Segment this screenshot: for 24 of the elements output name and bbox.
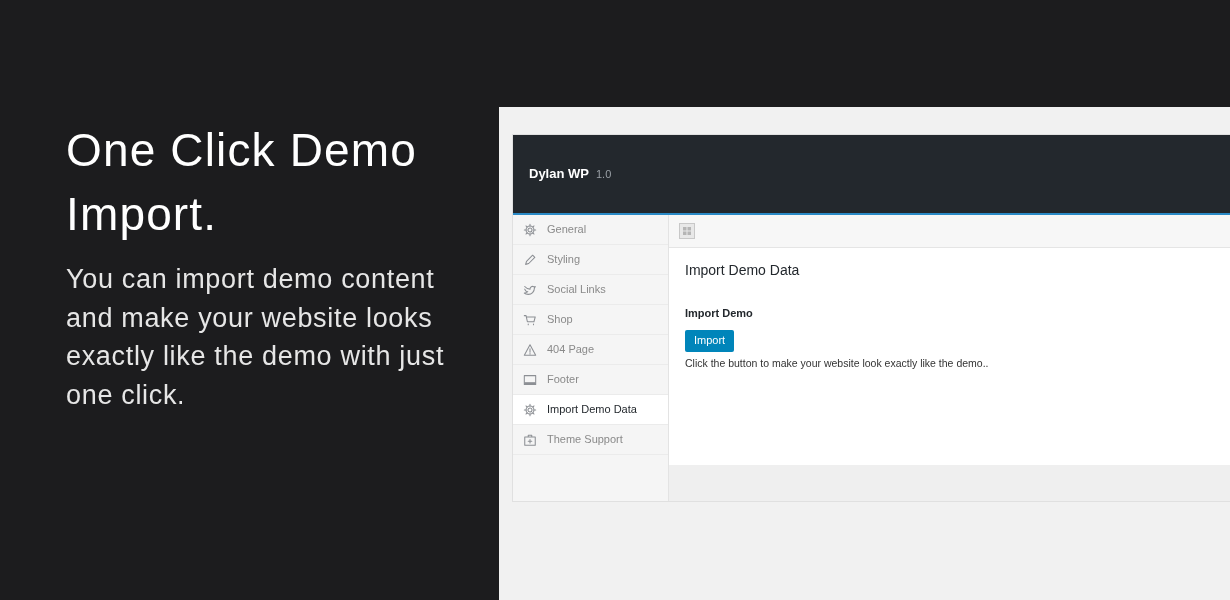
sidebar-item[interactable]: General	[513, 215, 668, 245]
layout-toggle-button[interactable]	[679, 223, 695, 239]
support-box-icon	[523, 432, 537, 447]
section-label: Import Demo	[685, 306, 754, 321]
footer-icon	[523, 372, 537, 387]
pencil-icon	[523, 252, 537, 267]
grid-icon	[682, 226, 692, 236]
sidebar-item[interactable]: Styling	[513, 245, 668, 275]
gear-icon	[523, 402, 537, 417]
sidebar-item[interactable]: Social Links	[513, 275, 668, 305]
import-button[interactable]: Import	[685, 329, 735, 352]
sidebar-item[interactable]: Theme Support	[513, 425, 668, 455]
page-heading: Import Demo Data	[685, 261, 801, 280]
app-version: 1.0	[595, 166, 612, 182]
sidebar-item[interactable]: Import Demo Data	[513, 395, 668, 425]
promo-text: You can import demo content and make your website looks exactly like the demo with just one click.	[66, 263, 446, 412]
cart-icon	[523, 312, 537, 327]
sidebar-item[interactable]: Shop	[513, 305, 668, 335]
promo-headline: One Click Demo Import.	[66, 123, 418, 242]
sidebar-item[interactable]: 404 Page	[513, 335, 668, 365]
warning-icon	[523, 342, 537, 357]
gear-icon	[523, 222, 537, 237]
description-text: Click the button to make your website look exactly like the demo..	[685, 355, 990, 371]
app-title: Dylan WP	[529, 165, 589, 184]
